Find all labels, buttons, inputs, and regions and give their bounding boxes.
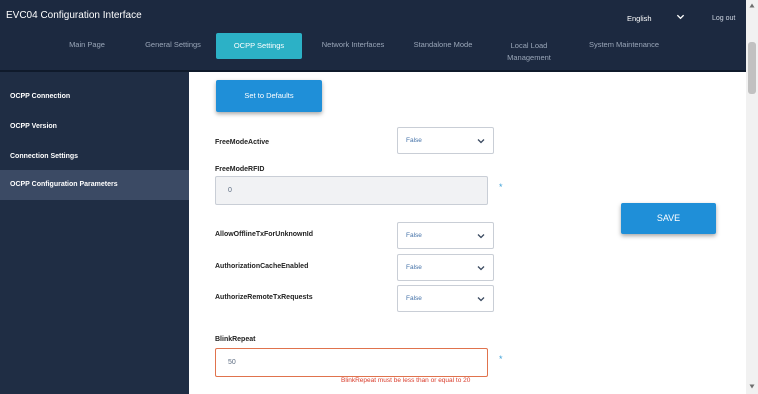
app-title: EVC04 Configuration Interface (6, 10, 142, 21)
free-mode-active-label: FreeModeActive (215, 139, 270, 146)
scrollbar-thumb[interactable] (748, 42, 756, 94)
save-button[interactable]: SAVE (621, 203, 716, 234)
set-defaults-button[interactable]: Set to Defaults (216, 80, 322, 112)
required-marker: * (499, 354, 503, 364)
blink-repeat-input[interactable]: 50 (215, 348, 488, 377)
logout-link[interactable]: Log out (712, 15, 735, 22)
blink-repeat-error: BlinkRepeat must be less than or equal t… (341, 377, 471, 384)
allow-offline-select[interactable]: False (397, 222, 494, 249)
tab-network-interfaces[interactable]: Network Interfaces (314, 39, 392, 51)
free-mode-active-value: False (406, 137, 422, 144)
tab-general-settings[interactable]: General Settings (138, 39, 208, 51)
sidebar: OCPP Connection OCPP Version Connection … (0, 72, 189, 394)
sidebar-item-ocpp-configuration-parameters[interactable]: OCPP Configuration Parameters (0, 170, 189, 200)
top-header: EVC04 Configuration Interface English Lo… (0, 0, 746, 72)
authorize-remote-label: AuthorizeRemoteTxRequests (215, 294, 313, 301)
chevron-down-icon[interactable] (676, 13, 685, 21)
chevron-down-icon (477, 297, 485, 302)
free-mode-rfid-input[interactable]: 0 (215, 176, 488, 205)
main-content: Set to Defaults FreeModeActive False Fre… (189, 72, 746, 394)
auth-cache-select[interactable]: False (397, 254, 494, 281)
sidebar-item-ocpp-connection[interactable]: OCPP Connection (0, 82, 189, 112)
blink-repeat-label: BlinkRepeat (215, 336, 256, 343)
tab-local-load-management[interactable]: Local Load Management (496, 40, 562, 64)
arrow-down-icon[interactable] (749, 384, 755, 389)
chevron-down-icon (477, 266, 485, 271)
chevron-down-icon (477, 234, 485, 239)
vertical-scrollbar[interactable] (746, 0, 758, 394)
auth-cache-value: False (406, 264, 422, 271)
arrow-up-icon[interactable] (749, 3, 755, 8)
tab-standalone-mode[interactable]: Standalone Mode (406, 39, 480, 51)
allow-offline-label: AllowOfflineTxForUnknownId (215, 231, 313, 238)
free-mode-rfid-label: FreeModeRFID (215, 166, 265, 173)
required-marker: * (499, 182, 503, 192)
authorize-remote-select[interactable]: False (397, 285, 494, 312)
allow-offline-value: False (406, 232, 422, 239)
tab-main-page[interactable]: Main Page (58, 39, 116, 51)
auth-cache-label: AuthorizationCacheEnabled (215, 263, 309, 270)
app-window: EVC04 Configuration Interface English Lo… (0, 0, 758, 394)
tab-ocpp-settings[interactable]: OCPP Settings (216, 33, 302, 59)
tab-system-maintenance[interactable]: System Maintenance (580, 39, 668, 51)
authorize-remote-value: False (406, 295, 422, 302)
language-select[interactable]: English (627, 14, 652, 23)
chevron-down-icon (477, 139, 485, 144)
free-mode-active-select[interactable]: False (397, 127, 494, 154)
sidebar-item-connection-settings[interactable]: Connection Settings (0, 142, 189, 172)
sidebar-item-ocpp-version[interactable]: OCPP Version (0, 112, 189, 142)
